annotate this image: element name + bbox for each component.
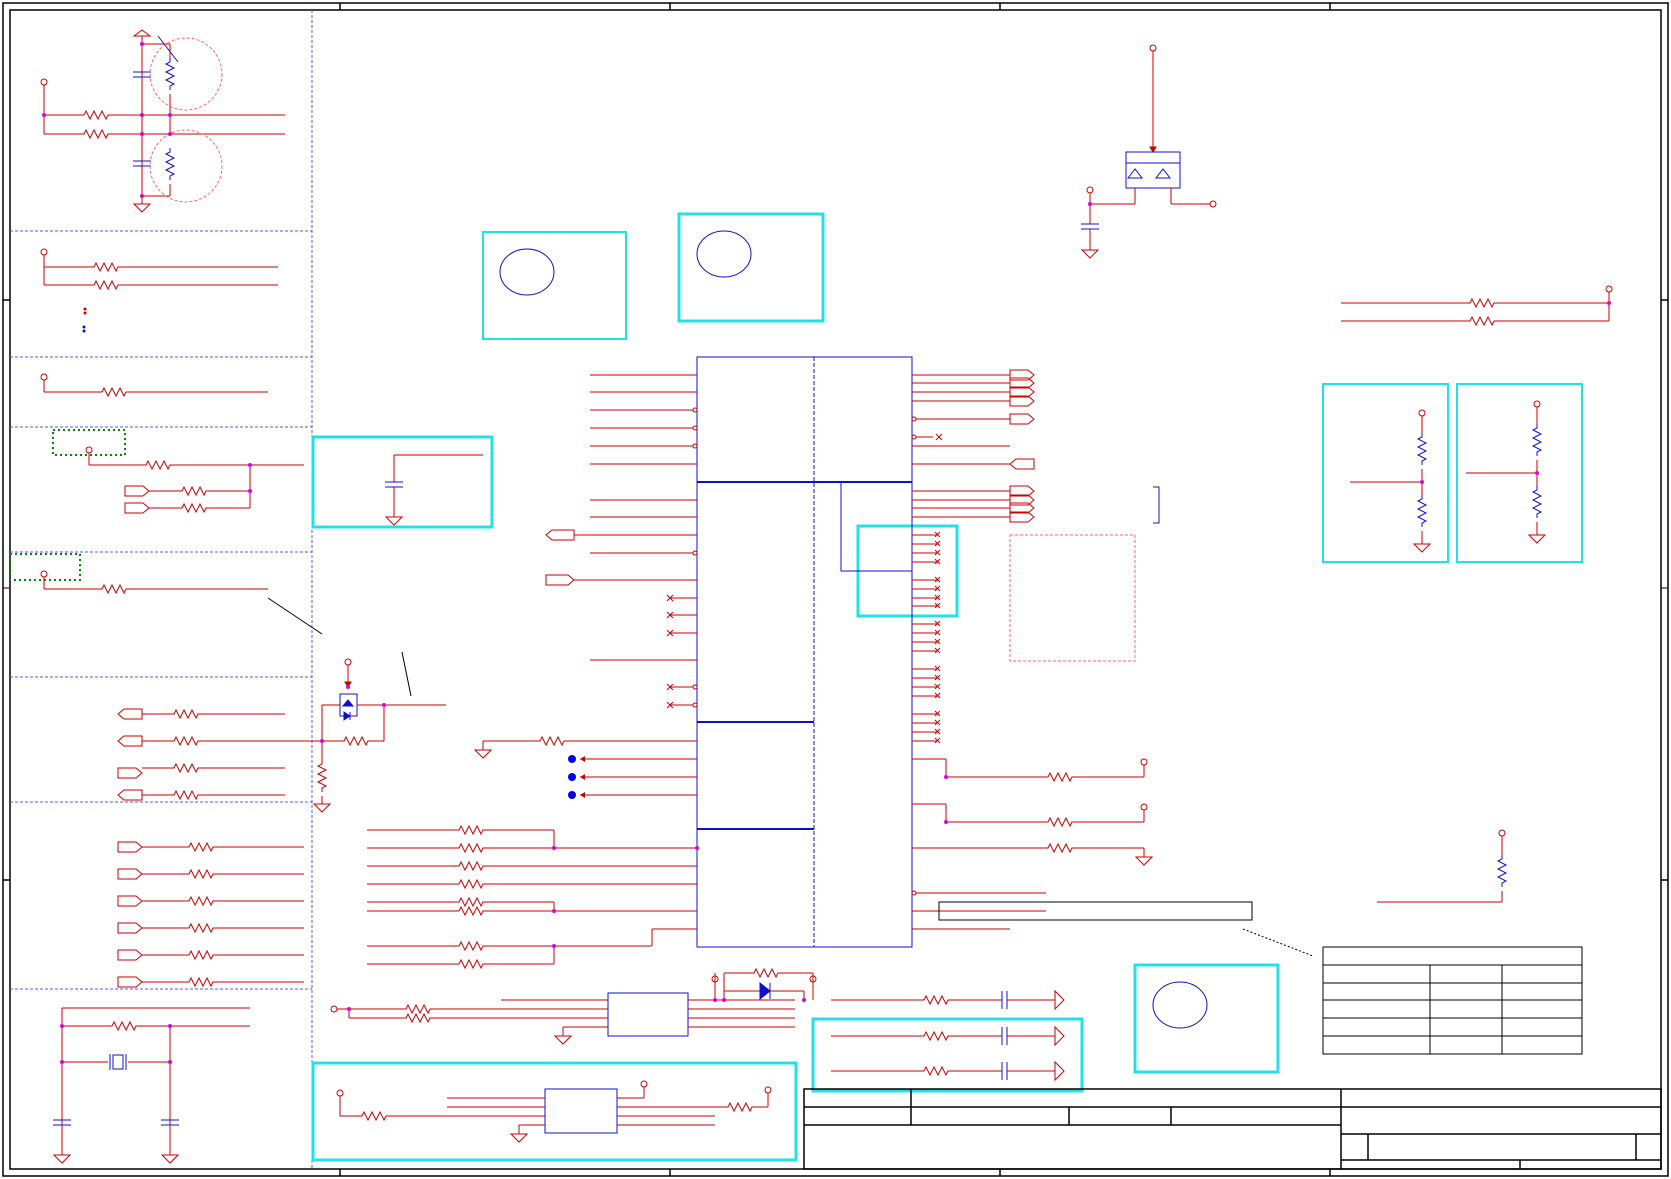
test-points (568, 755, 585, 799)
lower-right-pullup (1377, 829, 1507, 903)
bottom-buffer-ic (330, 968, 817, 1045)
dual-diode-power-block (1080, 44, 1217, 259)
title-block (803, 1088, 1662, 1170)
bus-series-resistors (117, 841, 304, 988)
ic-left-pins (473, 374, 698, 796)
voltage-divider-section (40, 29, 285, 213)
leader-line (1242, 928, 1314, 957)
decoupling-cap (384, 454, 483, 526)
junction-dots-tr (1088, 202, 1611, 305)
junction-dots-bus (552, 846, 699, 948)
no-connect-marks-left (666, 594, 674, 709)
reset-network-section (52, 429, 304, 514)
mosfet-switch-section (312, 658, 446, 813)
junction-dots-xtal (60, 1024, 172, 1064)
strap-section (9, 553, 412, 697)
main-ic-symbol (696, 356, 913, 948)
ic-lower-left-bus (367, 825, 697, 969)
junction-dots-1 (42, 42, 172, 198)
pullup-pair-section (40, 248, 278, 333)
crystal-oscillator-section (52, 1007, 250, 1164)
bottom-boxed-ic (336, 1080, 772, 1143)
revision-table (1322, 946, 1583, 1055)
right-pullup-pair (1341, 285, 1613, 326)
schematic-sheet (2, 2, 1669, 1177)
single-pullup-section (40, 373, 268, 397)
no-connect-marks-right (934, 531, 941, 744)
rc-filter-outputs (831, 989, 1065, 1082)
gpio-series-section (117, 708, 322, 801)
keepout-area (1009, 534, 1136, 662)
mounting-hole-markers (499, 230, 1208, 1029)
ic-right-pins (911, 369, 1160, 930)
